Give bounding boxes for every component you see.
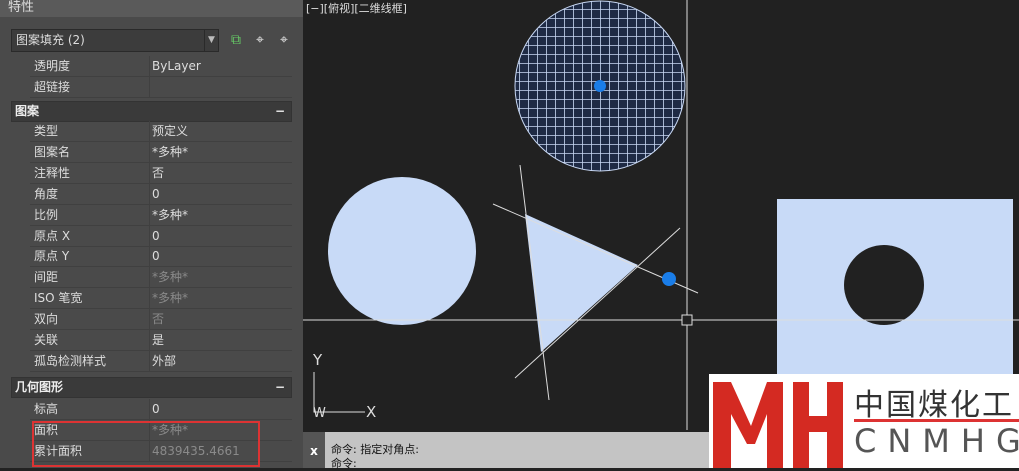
property-row[interactable]: 比例 *多种* [30, 204, 292, 226]
property-value[interactable]: 0 [149, 246, 292, 267]
property-value[interactable]: *多种* [149, 267, 292, 288]
property-label: 角度 [34, 186, 59, 201]
property-row[interactable]: 双向 否 [30, 309, 292, 331]
close-icon[interactable]: x [303, 432, 325, 468]
property-label: 比例 [34, 207, 59, 222]
viewport-controls[interactable]: [−][俯视][二维线框] [306, 0, 407, 16]
property-row[interactable]: ISO 笔宽 *多种* [30, 288, 292, 310]
highlight-box [32, 421, 260, 467]
property-row[interactable]: 孤岛检测样式 外部 [30, 350, 292, 372]
property-label: 原点 X [34, 228, 71, 243]
filled-circle[interactable] [328, 177, 476, 325]
property-label: 图案名 [34, 144, 71, 159]
quick-select-icon[interactable]: ⌖ [274, 30, 294, 50]
ucs-x-label: X [366, 403, 376, 421]
command-history-line: 命令: [331, 457, 357, 470]
property-row[interactable]: 原点 X 0 [30, 225, 292, 247]
logo-en: CNMHG [854, 422, 1019, 460]
object-type-select[interactable]: 图案填充 (2) ▼ [11, 29, 219, 52]
property-value[interactable]: *多种* [149, 288, 292, 309]
section-geometry[interactable]: 几何图形 − [11, 377, 292, 398]
property-label: 双向 [34, 312, 59, 327]
property-value[interactable]: 0 [149, 399, 292, 419]
property-label: 超链接 [34, 80, 71, 94]
property-row[interactable]: 类型 预定义 [30, 121, 292, 142]
property-value[interactable]: ByLayer [149, 56, 292, 76]
property-label: 注释性 [34, 165, 71, 180]
property-value[interactable]: *多种* [149, 204, 292, 225]
drawing-viewport[interactable]: Y X W [303, 0, 1019, 430]
ucs-y-label: Y [312, 351, 323, 369]
section-title: 几何图形 [15, 380, 64, 394]
grip-point[interactable] [662, 272, 676, 286]
property-label: 透明度 [34, 59, 71, 73]
cursor-pickbox [681, 314, 693, 326]
filled-triangle[interactable] [525, 214, 638, 352]
property-row[interactable]: 角度 0 [30, 183, 292, 205]
property-row[interactable]: 标高 0 [30, 399, 292, 420]
property-row[interactable]: 注释性 否 [30, 162, 292, 184]
property-value[interactable]: 预定义 [149, 121, 292, 141]
logo-mark [713, 382, 843, 468]
property-value[interactable]: 外部 [149, 350, 292, 371]
grip-point[interactable] [594, 80, 606, 92]
property-label: 孤岛检测样式 [34, 353, 107, 368]
property-label: 间距 [34, 270, 59, 285]
property-value[interactable]: 0 [149, 183, 292, 204]
property-value[interactable]: 否 [149, 309, 292, 330]
collapse-icon[interactable]: − [275, 378, 285, 397]
property-value[interactable]: 0 [149, 225, 292, 246]
property-row[interactable]: 图案名 *多种* [30, 141, 292, 163]
section-title: 图案 [15, 104, 40, 118]
properties-panel: 特性 图案填充 (2) ▼ ⧉ ⌖ ⌖ 透明度 ByLayer 超链接图案 − 类型 预定义… [0, 0, 303, 468]
property-value[interactable]: 是 [149, 330, 292, 350]
property-row[interactable]: 间距 *多种* [30, 267, 292, 289]
panel-title: 特性 [0, 0, 303, 17]
select-value: 图案填充 (2) [16, 33, 85, 47]
toggle-pickadd-icon[interactable]: ⧉ [226, 30, 246, 50]
square-hole [844, 245, 924, 325]
property-value[interactable] [149, 77, 292, 97]
property-value[interactable]: 否 [149, 162, 292, 183]
property-row[interactable]: 关联 是 [30, 330, 292, 351]
property-label: ISO 笔宽 [34, 291, 83, 306]
property-label: 原点 Y [34, 249, 70, 264]
property-value[interactable]: *多种* [149, 141, 292, 162]
property-row[interactable]: 原点 Y 0 [30, 246, 292, 268]
ucs-w-label: W [313, 406, 326, 421]
watermark-logo: 中国煤化工 CNMHG [709, 374, 1019, 468]
select-objects-icon[interactable]: ⌖ [250, 30, 270, 50]
property-label: 关联 [34, 333, 59, 347]
property-row[interactable]: 超链接 [30, 77, 292, 98]
collapse-icon[interactable]: − [275, 102, 285, 121]
logo-cn: 中国煤化工 [854, 388, 1014, 423]
property-label: 类型 [34, 124, 59, 138]
drawing-canvas[interactable]: Y X W [303, 0, 1019, 430]
property-label: 标高 [34, 402, 59, 416]
chevron-down-icon[interactable]: ▼ [204, 30, 218, 51]
property-row[interactable]: 透明度 ByLayer [30, 56, 292, 77]
section-pattern[interactable]: 图案 − [11, 101, 292, 122]
